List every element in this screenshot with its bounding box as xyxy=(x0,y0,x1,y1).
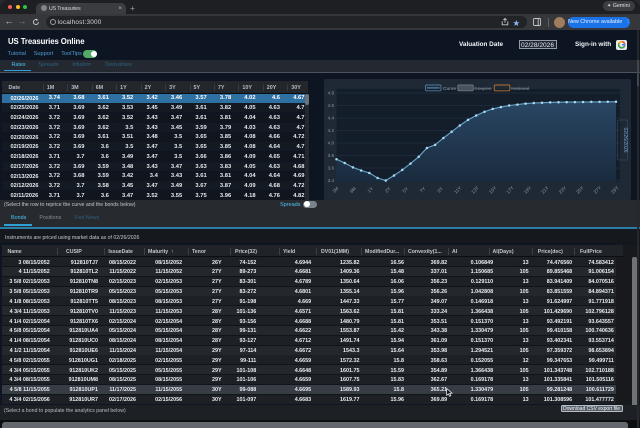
svg-text:4.2: 4.2 xyxy=(328,128,335,133)
svg-text:4.0: 4.0 xyxy=(328,141,335,146)
svg-text:3.6: 3.6 xyxy=(328,166,335,171)
svg-text:Coupon: Coupon xyxy=(474,86,491,92)
svg-text:3.4: 3.4 xyxy=(328,178,335,183)
svg-text:02/26/2026: 02/26/2026 xyxy=(622,127,628,152)
svg-text:3.8: 3.8 xyxy=(328,153,335,158)
svg-text:Notional: Notional xyxy=(511,86,529,92)
svg-text:Curve: Curve xyxy=(443,86,456,92)
svg-text:4.6: 4.6 xyxy=(328,103,335,108)
svg-text:4.8: 4.8 xyxy=(328,91,335,96)
svg-text:4.4: 4.4 xyxy=(328,116,335,121)
